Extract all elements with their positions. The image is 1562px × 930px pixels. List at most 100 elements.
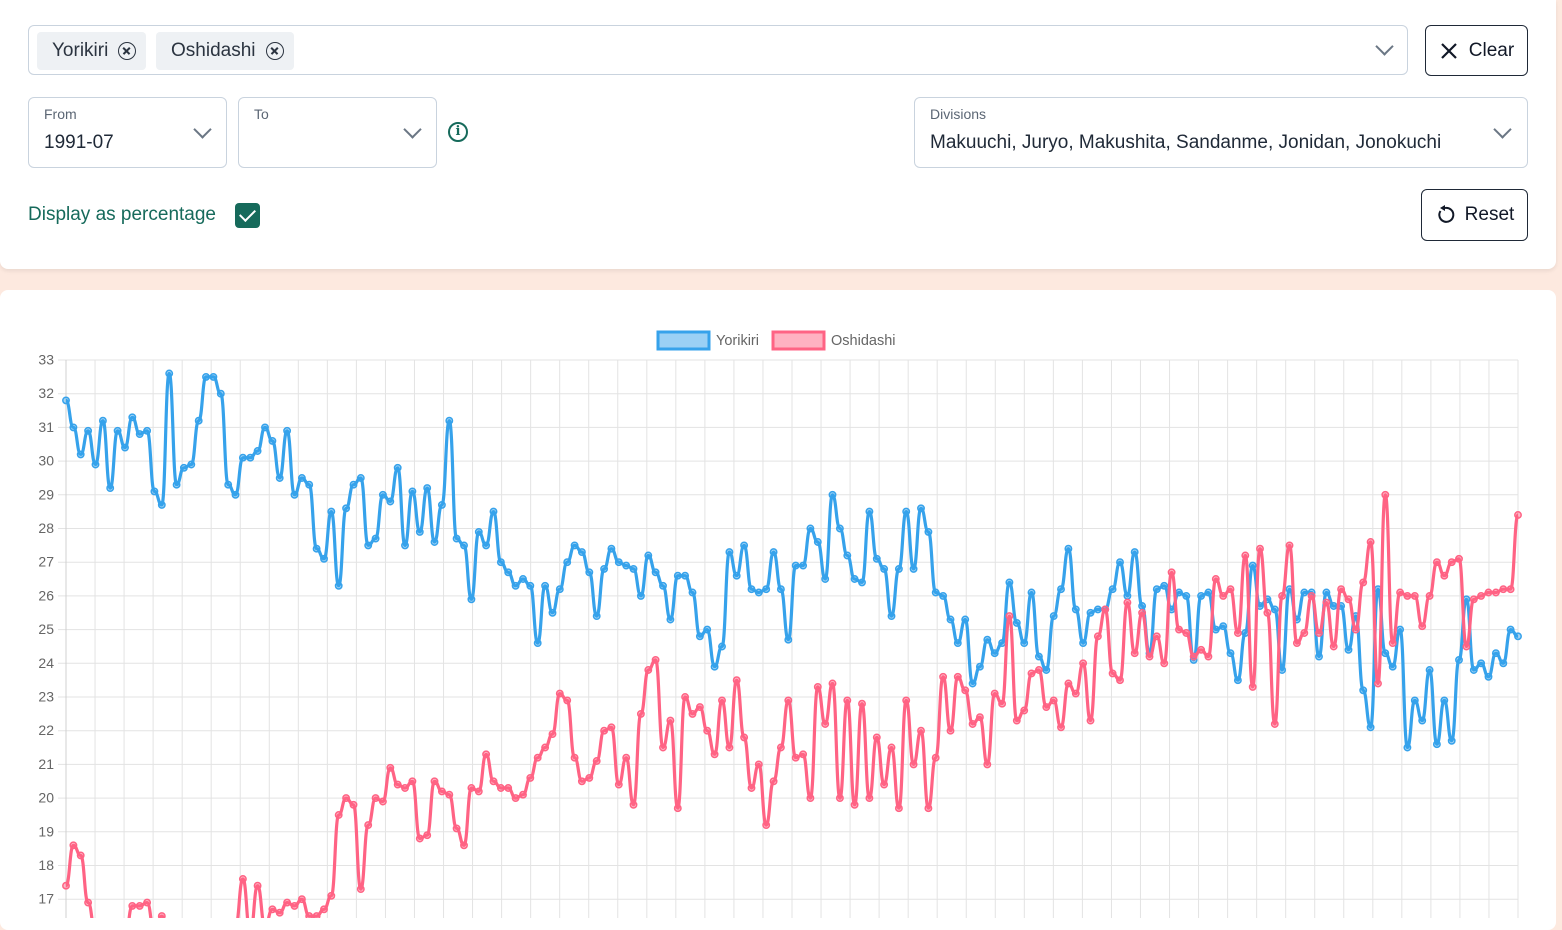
data-point-oshidashi [349, 800, 358, 809]
data-point-oshidashi [1167, 568, 1176, 577]
data-point-yorikiri [998, 639, 1007, 648]
data-point-yorikiri [600, 564, 609, 573]
data-point-yorikiri [84, 426, 93, 435]
y-tick-label: 26 [38, 587, 54, 603]
data-point-oshidashi [1440, 571, 1449, 580]
data-point-yorikiri [946, 615, 955, 624]
data-point-yorikiri [858, 578, 866, 587]
data-point-oshidashi [1152, 632, 1161, 641]
data-point-yorikiri [1204, 588, 1213, 597]
data-point-yorikiri [1057, 585, 1065, 594]
data-point-yorikiri [880, 564, 889, 573]
data-point-yorikiri [106, 484, 115, 493]
data-point-oshidashi [813, 682, 822, 691]
data-point-yorikiri [1469, 666, 1478, 674]
data-point-yorikiri [268, 436, 277, 445]
data-point-yorikiri [563, 558, 572, 567]
data-point-yorikiri [1211, 625, 1220, 634]
data-point-yorikiri [592, 612, 601, 621]
data-point-yorikiri [843, 551, 852, 560]
y-tick-label: 29 [38, 486, 54, 502]
data-point-oshidashi [1285, 541, 1294, 550]
data-point-yorikiri [813, 538, 822, 546]
data-point-oshidashi [1469, 595, 1478, 604]
data-point-yorikiri [231, 490, 240, 499]
data-point-yorikiri [533, 639, 542, 648]
y-tick-label: 31 [38, 419, 54, 435]
data-point-yorikiri [1049, 612, 1058, 621]
data-point-yorikiri [165, 369, 174, 378]
data-point-oshidashi [1189, 652, 1198, 661]
data-point-yorikiri [666, 615, 675, 624]
data-point-oshidashi [1219, 591, 1228, 600]
data-point-oshidashi [563, 696, 572, 705]
data-point-oshidashi [939, 672, 948, 681]
data-point-oshidashi [865, 794, 874, 803]
data-point-yorikiri [1027, 588, 1036, 597]
y-tick-label: 27 [38, 554, 54, 570]
data-point-oshidashi [946, 726, 955, 735]
data-point-oshidashi [1108, 669, 1117, 678]
data-point-oshidashi [769, 777, 778, 786]
data-point-yorikiri [1410, 696, 1419, 705]
data-point-yorikiri [1425, 666, 1434, 674]
data-point-yorikiri [1020, 639, 1029, 648]
data-point-oshidashi [356, 885, 365, 894]
data-point-yorikiri [194, 416, 203, 425]
data-point-oshidashi [629, 800, 638, 809]
data-point-oshidashi [504, 784, 513, 792]
data-point-yorikiri [1034, 652, 1043, 661]
data-point-yorikiri [113, 426, 122, 435]
data-point-oshidashi [135, 901, 144, 910]
data-point-oshidashi [1307, 591, 1316, 600]
data-point-yorikiri [386, 497, 395, 506]
data-point-oshidashi [747, 784, 756, 792]
data-point-oshidashi [1248, 682, 1257, 691]
data-point-oshidashi [1403, 591, 1412, 600]
data-point-yorikiri [828, 490, 837, 499]
data-point-yorikiri [850, 575, 859, 583]
data-point-yorikiri [710, 662, 719, 671]
data-point-oshidashi [710, 750, 719, 759]
data-point-yorikiri [688, 588, 697, 597]
data-point-yorikiri [76, 450, 85, 459]
data-point-oshidashi [1315, 629, 1323, 637]
data-point-oshidashi [1425, 591, 1434, 600]
data-point-yorikiri [961, 615, 970, 624]
data-point-oshidashi [585, 773, 594, 782]
data-point-yorikiri [791, 561, 800, 570]
data-point-oshidashi [290, 901, 299, 910]
data-point-yorikiri [1248, 561, 1257, 570]
data-point-yorikiri [636, 591, 645, 600]
data-point-oshidashi [983, 760, 992, 769]
data-point-oshidashi [1086, 716, 1095, 725]
data-point-oshidashi [791, 753, 800, 762]
data-point-oshidashi [821, 720, 830, 728]
data-point-oshidashi [688, 709, 697, 718]
data-point-oshidashi [622, 753, 631, 762]
line-chart: 17 18 19 20 21 22 23 24 25 26 27 28 29 30 31 32 33 Yoriki… [38, 330, 1522, 918]
data-point-oshidashi [238, 875, 247, 883]
data-point-yorikiri [511, 581, 520, 590]
data-point-yorikiri [1226, 649, 1235, 658]
data-point-oshidashi [423, 831, 432, 840]
data-point-yorikiri [349, 480, 358, 489]
data-point-yorikiri [401, 541, 409, 550]
data-point-oshidashi [998, 699, 1007, 708]
data-point-yorikiri [143, 426, 152, 435]
data-point-oshidashi [1160, 659, 1169, 668]
data-point-oshidashi [732, 676, 741, 685]
data-point-oshidashi [880, 780, 889, 789]
data-point-yorikiri [1071, 605, 1080, 614]
data-point-oshidashi [437, 787, 446, 796]
data-point-yorikiri [430, 538, 439, 546]
data-point-yorikiri [467, 595, 476, 604]
data-point-oshidashi [393, 780, 402, 789]
data-point-oshidashi [555, 689, 564, 698]
data-point-oshidashi [283, 898, 292, 907]
data-point-oshidashi [1079, 659, 1088, 668]
data-point-yorikiri [1152, 585, 1161, 594]
data-point-yorikiri [1175, 588, 1183, 597]
data-point-oshidashi [1071, 689, 1080, 698]
data-point-oshidashi [902, 696, 911, 705]
